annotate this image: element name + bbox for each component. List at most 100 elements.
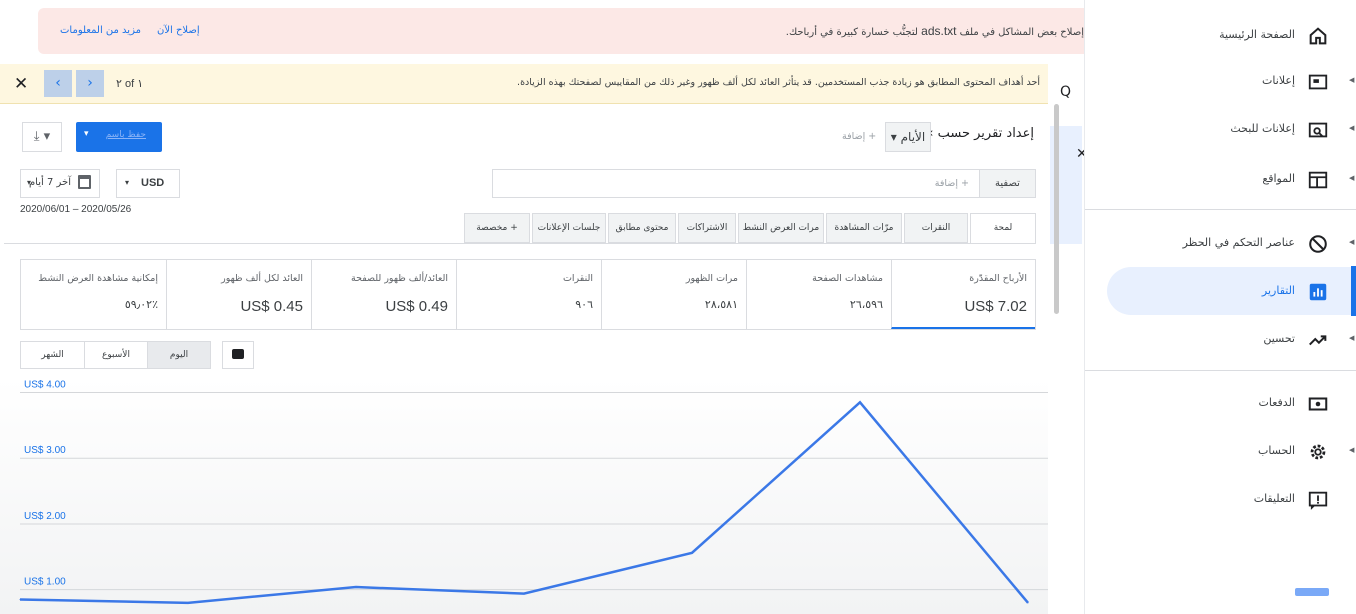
- metric-card-impression-rpm[interactable]: العائد لكل ألف ظهور US$ 0.45: [166, 260, 311, 329]
- period-day-button[interactable]: اليوم: [147, 342, 210, 368]
- sidebar-item-blocking-controls[interactable]: عناصر التحكم في الحظر ◀: [1085, 222, 1356, 266]
- close-icon[interactable]: ✕: [14, 74, 28, 94]
- feedback-icon: [1308, 491, 1328, 510]
- tab-matched-content[interactable]: محتوى مطابق: [608, 213, 676, 243]
- tab-subscriptions[interactable]: الاشتراكات: [678, 213, 736, 243]
- caret-left-icon: ◀: [1349, 174, 1355, 182]
- metrics-row: الأرباح المقدّرة US$ 7.02 مشاهدات الصفحة…: [20, 259, 1036, 330]
- filter-bar[interactable]: تصفية + إضافة: [492, 169, 1036, 198]
- chart-point[interactable]: [691, 552, 693, 554]
- sidebar-item-label: الدفعات: [1258, 396, 1295, 409]
- add-dimension-button[interactable]: + إضافة: [842, 131, 876, 142]
- sidebar-item-account[interactable]: الحساب ◀: [1085, 430, 1356, 474]
- report-by-text: إعداد تقرير حسب: [937, 126, 1034, 141]
- sidebar-item-label: عناصر التحكم في الحظر: [1182, 236, 1295, 249]
- calendar-icon: [78, 175, 91, 189]
- sidebar-item-label: تحسين: [1263, 332, 1295, 345]
- metric-label: العائد/ألف ظهور للصفحة: [351, 273, 448, 284]
- ads-txt-alert: إصلاح بعض المشاكل في ملف ads.txt لتجنُّب…: [38, 8, 1098, 54]
- metric-label: مشاهدات الصفحة: [812, 273, 883, 284]
- chart-point[interactable]: [19, 599, 21, 601]
- date-range-select[interactable]: آخر 7 أيام ▾: [20, 169, 100, 198]
- alert-message-prefix: إصلاح بعض المشاكل في ملف: [956, 27, 1084, 38]
- next-tip-button[interactable]: ›: [76, 70, 104, 97]
- metric-label: الأرباح المقدّرة: [969, 273, 1027, 284]
- chart-series-line: [19, 400, 1029, 605]
- download-button[interactable]: ⤓ ▾: [22, 122, 62, 152]
- payments-icon: [1308, 397, 1328, 411]
- currency-select[interactable]: USD ▾: [116, 169, 180, 198]
- search-icon[interactable]: Q: [1060, 84, 1071, 100]
- tab-overview[interactable]: لمحة: [970, 213, 1036, 244]
- chart-point[interactable]: [859, 401, 861, 403]
- brand-logo: [1295, 588, 1329, 596]
- block-icon: [1309, 235, 1327, 253]
- period-month-button[interactable]: الشهر: [21, 342, 84, 368]
- metric-label: مرات الظهور: [685, 273, 738, 284]
- filter-label: تصفية: [979, 170, 1035, 197]
- alert-message-suffix: لتجنُّب خسارة كبيرة في أرباحك.: [785, 27, 922, 38]
- sidebar-item-search-ads[interactable]: إعلانات للبحث ◀: [1085, 108, 1356, 152]
- save-as-label: حفظ باسم: [105, 130, 146, 140]
- period-toggle: اليوم الأسبوع الشهر: [20, 341, 211, 369]
- sites-icon: [1308, 171, 1328, 189]
- fix-now-link[interactable]: إصلاح الآن: [157, 25, 200, 36]
- gear-icon: [1310, 444, 1326, 460]
- caret-left-icon: ◀: [1349, 124, 1355, 132]
- metric-card-impressions[interactable]: مرات الظهور ٢٨،٥٨١: [601, 260, 746, 329]
- caret-left-icon: ◀: [1349, 334, 1355, 342]
- alert-message: إصلاح بعض المشاكل في ملف ads.txt لتجنُّب…: [786, 24, 1084, 38]
- save-as-button[interactable]: حفظ باسم ▾: [76, 122, 162, 152]
- earnings-chart: US$ 4.00 US$ 3.00 US$ 2.00 US$ 1.00: [0, 378, 1048, 614]
- sidebar-item-home[interactable]: الصفحة الرئيسية: [1085, 14, 1356, 58]
- sidebar-item-sites[interactable]: المواقع ◀: [1085, 158, 1356, 202]
- tips-bar: ✕ ‹ › ٢ of ١ أحد أهداف المحتوى المطابق ه…: [0, 64, 1048, 104]
- sidebar-item-label: إعلانات للبحث: [1230, 122, 1295, 135]
- sidebar-item-payments[interactable]: الدفعات: [1085, 382, 1356, 426]
- metric-card-clicks[interactable]: النقرات ٩٠٦: [456, 260, 601, 329]
- sidebar: الصفحة الرئيسية إعلانات ◀ إعلانات للبحث …: [1084, 0, 1356, 614]
- metric-label: النقرات: [562, 273, 593, 284]
- tab-active-view[interactable]: مرات العرض النشط: [738, 213, 824, 243]
- chart-point[interactable]: [1027, 602, 1029, 604]
- chart-svg: US$ 4.00 US$ 3.00 US$ 2.00 US$ 1.00: [19, 379, 1048, 605]
- download-icon: ⤓ ▾: [33, 129, 51, 144]
- period-week-button[interactable]: الأسبوع: [84, 342, 147, 368]
- chevron-down-icon: ▾: [125, 178, 130, 187]
- sidebar-item-label: إعلانات: [1262, 74, 1295, 87]
- metric-label: العائد لكل ألف ظهور: [221, 273, 303, 284]
- sidebar-item-ads[interactable]: إعلانات ◀: [1085, 60, 1356, 104]
- add-filter-button[interactable]: + إضافة: [935, 178, 969, 189]
- optimize-icon: [1309, 335, 1327, 346]
- learn-more-link[interactable]: مزيد من المعلومات: [60, 25, 141, 36]
- tab-views[interactable]: مرّات المشاهدة: [826, 213, 902, 243]
- tab-custom[interactable]: + مخصصة: [464, 213, 530, 243]
- scrollbar-thumb[interactable]: [1054, 104, 1059, 314]
- sidebar-divider: [1085, 209, 1356, 210]
- chart-point[interactable]: [187, 602, 189, 604]
- report-by-label: إعداد تقرير حسب ›: [928, 126, 1034, 141]
- prev-tip-button[interactable]: ‹: [44, 70, 72, 97]
- chevron-down-icon: ▾: [27, 178, 32, 187]
- metric-card-earnings[interactable]: الأرباح المقدّرة US$ 7.02: [891, 260, 1035, 329]
- tabs-divider: [4, 243, 1036, 244]
- tip-counter: ٢ of ١: [116, 78, 144, 90]
- metric-card-active-view[interactable]: إمكانية مشاهدة العرض النشط ٥٩٫٠٢٪: [21, 260, 166, 329]
- metric-card-page-rpm[interactable]: العائد/ألف ظهور للصفحة US$ 0.49: [311, 260, 456, 329]
- annotation-button[interactable]: [222, 341, 254, 369]
- sidebar-item-optimize[interactable]: تحسين ◀: [1085, 318, 1356, 362]
- metric-value: US$ 0.45: [240, 298, 303, 315]
- tab-clicks[interactable]: النقرات: [904, 213, 968, 243]
- dimension-days-chip[interactable]: الأيام ▾: [885, 122, 931, 152]
- metric-card-pageviews[interactable]: مشاهدات الصفحة ٢٦،٥٩٦: [746, 260, 891, 329]
- sidebar-item-feedback[interactable]: التعليقات: [1085, 478, 1356, 522]
- chart-point[interactable]: [523, 593, 525, 595]
- sidebar-item-reports[interactable]: التقارير: [1085, 270, 1356, 314]
- tab-ad-sessions[interactable]: جلسات الإعلانات: [532, 213, 606, 243]
- caret-left-icon: ◀: [1349, 238, 1355, 246]
- chart-point[interactable]: [355, 586, 357, 588]
- sidebar-item-label: الصفحة الرئيسية: [1219, 28, 1295, 41]
- metric-label: إمكانية مشاهدة العرض النشط: [38, 273, 158, 284]
- chevron-down-icon: ▾: [84, 129, 89, 139]
- date-range-label: آخر 7 أيام: [28, 177, 71, 188]
